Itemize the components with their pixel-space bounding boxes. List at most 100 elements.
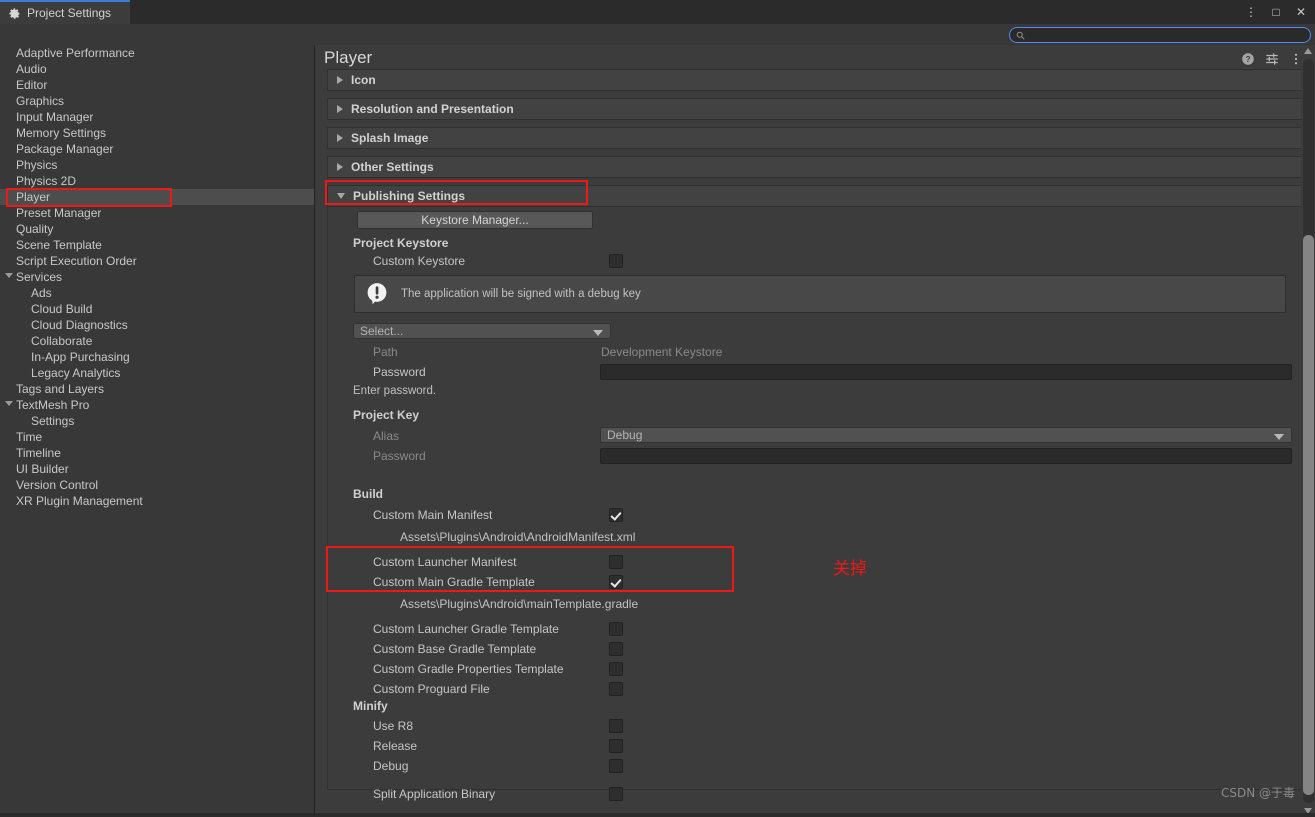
row-use-r8[interactable]: Use R8 — [328, 718, 1303, 734]
sidebar-item-preset-manager[interactable]: Preset Manager — [0, 205, 314, 221]
sidebar-item-ui-builder[interactable]: UI Builder — [0, 461, 314, 477]
search-strip — [0, 24, 1315, 45]
row-split-application-binary[interactable]: Split Application Binary — [328, 786, 1303, 802]
sidebar-item-timeline[interactable]: Timeline — [0, 445, 314, 461]
sidebar-item-services[interactable]: Services — [0, 269, 314, 285]
foldout-splash-image[interactable]: Splash Image — [327, 127, 1302, 149]
row-custom-base-gradle-template[interactable]: Custom Base Gradle Template — [328, 641, 1303, 657]
keystore-password-field[interactable] — [600, 364, 1292, 380]
search-input[interactable] — [1029, 28, 1299, 42]
sidebar-item-label: Cloud Build — [31, 302, 93, 316]
custom-main-manifest-label: Custom Main Manifest — [373, 508, 493, 522]
sidebar-item-label: Physics 2D — [16, 174, 77, 188]
row-custom-keystore[interactable]: Custom Keystore — [328, 253, 1303, 269]
scrollbar-thumb[interactable] — [1303, 235, 1314, 795]
sidebar-item-physics[interactable]: Physics — [0, 157, 314, 173]
sidebar-item-player[interactable]: Player — [0, 189, 314, 205]
sidebar-item-ads[interactable]: Ads — [0, 285, 314, 301]
sidebar-item-audio[interactable]: Audio — [0, 61, 314, 77]
sidebar-item-physics-2d[interactable]: Physics 2D — [0, 173, 314, 189]
row-custom-gradle-properties-template[interactable]: Custom Gradle Properties Template — [328, 661, 1303, 677]
custom-main-manifest-checkbox[interactable] — [609, 508, 623, 522]
key-password-field[interactable] — [600, 448, 1292, 464]
keystore-password-label: Password — [373, 365, 426, 379]
foldout-resolution-and-presentation[interactable]: Resolution and Presentation — [327, 98, 1302, 120]
sidebar-list: Adaptive Performance Audio Editor Graphics I… — [0, 45, 314, 509]
project-keystore-header: Project Keystore — [353, 236, 449, 250]
sidebar-item-label: Settings — [31, 414, 75, 428]
sidebar-item-cloud-diagnostics[interactable]: Cloud Diagnostics — [0, 317, 314, 333]
player-settings-panel: Player ? Icon Resolution and Presentatio — [316, 45, 1315, 817]
key-alias-dropdown[interactable]: Debug — [600, 427, 1292, 443]
sidebar-item-cloud-build[interactable]: Cloud Build — [0, 301, 314, 317]
keystore-manager-button[interactable]: Keystore Manager... — [357, 211, 593, 229]
maximize-icon[interactable]: □ — [1268, 4, 1284, 20]
foldout-other-settings[interactable]: Other Settings — [327, 156, 1302, 178]
sidebar-item-textmesh-pro[interactable]: TextMesh Pro — [0, 397, 314, 413]
kebab-menu-icon[interactable]: ⋮ — [1243, 4, 1259, 20]
preset-settings-icon[interactable] — [1265, 52, 1279, 66]
settings-content: Icon Resolution and Presentation Splash … — [327, 69, 1302, 817]
sidebar-item-in-app-purchasing[interactable]: In-App Purchasing — [0, 349, 314, 365]
chevron-down-icon[interactable] — [5, 401, 13, 406]
foldout-label: Icon — [351, 73, 376, 87]
foldout-publishing-settings[interactable]: Publishing Settings — [327, 185, 1302, 207]
custom-gradle-properties-template-checkbox[interactable] — [609, 662, 623, 676]
minify-debug-checkbox[interactable] — [609, 759, 623, 773]
custom-main-gradle-template-checkbox[interactable] — [609, 575, 623, 589]
chevron-down-icon[interactable] — [5, 273, 13, 278]
sidebar-item-adaptive-performance[interactable]: Adaptive Performance — [0, 45, 314, 61]
chevron-right-icon — [337, 163, 343, 171]
chevron-right-icon — [337, 134, 343, 142]
sidebar-item-memory-settings[interactable]: Memory Settings — [0, 125, 314, 141]
close-icon[interactable]: ✕ — [1293, 4, 1309, 20]
help-icon[interactable]: ? — [1241, 52, 1255, 66]
custom-proguard-file-checkbox[interactable] — [609, 682, 623, 696]
row-custom-main-gradle-template[interactable]: Custom Main Gradle Template — [328, 574, 1303, 590]
sidebar-item-editor[interactable]: Editor — [0, 77, 314, 93]
sidebar-item-legacy-analytics[interactable]: Legacy Analytics — [0, 365, 314, 381]
sidebar-item-settings[interactable]: Settings — [0, 413, 314, 429]
custom-keystore-checkbox[interactable] — [609, 254, 623, 268]
settings-sidebar[interactable]: Adaptive Performance Audio Editor Graphics I… — [0, 45, 315, 817]
custom-keystore-label: Custom Keystore — [373, 254, 466, 268]
main-vertical-scrollbar[interactable] — [1301, 45, 1315, 817]
keystore-select-dropdown[interactable]: Select... — [353, 323, 611, 339]
sidebar-item-xr-plugin-management[interactable]: XR Plugin Management — [0, 493, 314, 509]
use-r8-checkbox[interactable] — [609, 719, 623, 733]
sidebar-item-script-execution-order[interactable]: Script Execution Order — [0, 253, 314, 269]
sidebar-item-quality[interactable]: Quality — [0, 221, 314, 237]
sidebar-item-graphics[interactable]: Graphics — [0, 93, 314, 109]
sidebar-item-package-manager[interactable]: Package Manager — [0, 141, 314, 157]
sidebar-item-scene-template[interactable]: Scene Template — [0, 237, 314, 253]
sidebar-item-tags-and-layers[interactable]: Tags and Layers — [0, 381, 314, 397]
warning-icon — [367, 283, 387, 305]
page-title: Player — [324, 48, 373, 67]
sidebar-item-collaborate[interactable]: Collaborate — [0, 333, 314, 349]
search-box[interactable] — [1009, 27, 1311, 43]
custom-base-gradle-template-checkbox[interactable] — [609, 642, 623, 656]
row-custom-proguard-file[interactable]: Custom Proguard File — [328, 681, 1303, 697]
sidebar-item-time[interactable]: Time — [0, 429, 314, 445]
sidebar-item-input-manager[interactable]: Input Manager — [0, 109, 314, 125]
row-custom-main-manifest[interactable]: Custom Main Manifest — [328, 507, 1303, 523]
row-custom-launcher-gradle-template[interactable]: Custom Launcher Gradle Template — [328, 621, 1303, 637]
sidebar-item-version-control[interactable]: Version Control — [0, 477, 314, 493]
sidebar-item-label: Audio — [16, 62, 47, 76]
foldout-icon[interactable]: Icon — [327, 69, 1302, 91]
split-application-binary-checkbox[interactable] — [609, 787, 623, 801]
sidebar-item-label: Memory Settings — [16, 126, 107, 140]
sidebar-item-label: Physics — [16, 158, 58, 172]
row-minify-debug[interactable]: Debug — [328, 758, 1303, 774]
scroll-up-arrow-icon[interactable] — [1304, 48, 1312, 54]
custom-proguard-file-label: Custom Proguard File — [373, 682, 490, 696]
row-custom-launcher-manifest[interactable]: Custom Launcher Manifest — [328, 554, 1303, 570]
tab-project-settings[interactable]: Project Settings — [0, 0, 130, 24]
chevron-right-icon — [337, 105, 343, 113]
minify-release-checkbox[interactable] — [609, 739, 623, 753]
custom-launcher-gradle-template-checkbox[interactable] — [609, 622, 623, 636]
custom-launcher-manifest-checkbox[interactable] — [609, 555, 623, 569]
foldout-label: Other Settings — [351, 160, 434, 174]
row-minify-release[interactable]: Release — [328, 738, 1303, 754]
custom-base-gradle-template-label: Custom Base Gradle Template — [373, 642, 537, 656]
